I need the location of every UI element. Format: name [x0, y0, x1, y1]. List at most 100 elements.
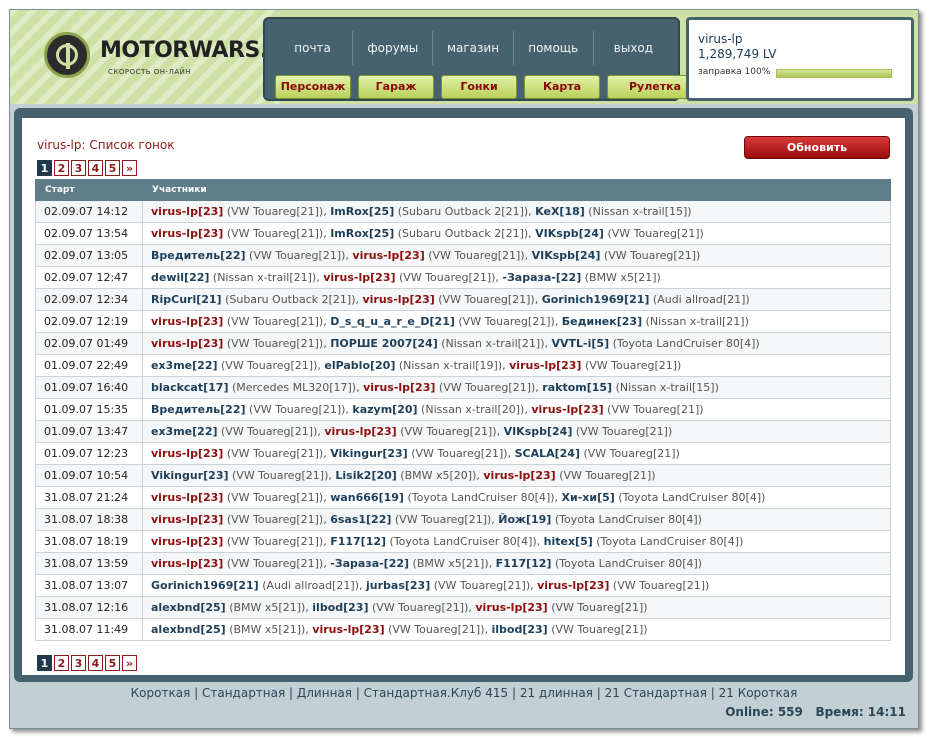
player-link[interactable]: F117[12] [330, 535, 386, 548]
player-link[interactable]: virus-lp[23] [151, 205, 223, 218]
player-link[interactable]: virus-lp[23] [362, 293, 434, 306]
page-link[interactable]: 3 [71, 160, 86, 176]
player-car: (VW Touareg[21]), [223, 513, 331, 526]
player-car: (VW Touareg[21]) [579, 447, 680, 460]
nav-link[interactable]: почта [273, 31, 354, 65]
player-link[interactable]: Йож[19] [498, 513, 551, 526]
player-link[interactable]: D_s_q_u_a_r_e_D[21] [330, 315, 455, 328]
page-link[interactable]: 4 [88, 160, 103, 176]
page-link[interactable]: 5 [105, 655, 120, 671]
player-link[interactable]: dewil[22] [151, 271, 209, 284]
player-link[interactable]: Бединек[23] [562, 315, 642, 328]
player-link[interactable]: kazym[20] [352, 403, 417, 416]
nav-link[interactable]: помощь [514, 31, 594, 65]
player-link[interactable]: Хи-хи[5] [562, 491, 615, 504]
player-link[interactable]: -Зараза-[22] [330, 557, 409, 570]
page-link[interactable]: 1 [37, 160, 52, 176]
player-link[interactable]: virus-lp[23] [483, 469, 555, 482]
player-link[interactable]: virus-lp[23] [151, 337, 223, 350]
player-car: (Mercedes ML320[17]), [228, 381, 364, 394]
player-link[interactable]: Gorinich1969[21] [542, 293, 650, 306]
player-link[interactable]: virus-lp[23] [509, 359, 581, 372]
page-link[interactable]: 2 [54, 160, 69, 176]
player-link[interactable]: ПОРШЕ 2007[24] [330, 337, 438, 350]
nav-link[interactable]: выход [594, 31, 673, 65]
player-link[interactable]: blackcat[17] [151, 381, 228, 394]
player-link[interactable]: ilbod[23] [312, 601, 368, 614]
player-link[interactable]: -Зараза-[22] [502, 271, 581, 284]
page-link[interactable]: 1 [37, 655, 52, 671]
player-link[interactable]: hitex[5] [544, 535, 593, 548]
race-type-link[interactable]: 21 Стандартная [605, 686, 707, 700]
player-link[interactable]: virus-lp[23] [151, 491, 223, 504]
player-link[interactable]: ex3me[22] [151, 359, 218, 372]
player-link[interactable]: ex3me[22] [151, 425, 218, 438]
nav-button[interactable]: Гонки [441, 75, 517, 99]
player-link[interactable]: Lisik2[20] [335, 469, 396, 482]
race-type-link[interactable]: Стандартная.Клуб 415 [364, 686, 508, 700]
player-link[interactable]: VIKspb[24] [535, 227, 604, 240]
nav-button[interactable]: Персонаж [275, 75, 351, 99]
player-link[interactable]: virus-lp[23] [151, 535, 223, 548]
player-car: (Audi allroad[21]), [258, 579, 366, 592]
page-link[interactable]: » [122, 160, 137, 176]
player-link[interactable]: virus-lp[23] [531, 403, 603, 416]
race-type-link[interactable]: Длинная [297, 686, 352, 700]
player-link[interactable]: 6sas1[22] [330, 513, 391, 526]
race-type-link[interactable]: Короткая [131, 686, 191, 700]
nav-button[interactable]: Гараж [358, 75, 434, 99]
page-link[interactable]: 3 [71, 655, 86, 671]
page-link[interactable]: 4 [88, 655, 103, 671]
table-row: 01.09.07 12:23 virus-lp[23] (VW Touareg[2… [35, 442, 891, 465]
player-link[interactable]: virus-lp[23] [323, 271, 395, 284]
player-link[interactable]: virus-lp[23] [363, 381, 435, 394]
player-link[interactable]: Вредитель[22] [151, 249, 246, 262]
fuel-bar [776, 69, 892, 78]
player-link[interactable]: SCALA[24] [515, 447, 580, 460]
player-link[interactable]: jurbas[23] [366, 579, 430, 592]
player-link[interactable]: virus-lp[23] [312, 623, 384, 636]
player-link[interactable]: RipCurl[21] [151, 293, 222, 306]
player-link[interactable]: Вредитель[22] [151, 403, 246, 416]
player-link[interactable]: virus-lp[23] [151, 315, 223, 328]
player-link[interactable]: alexbnd[25] [151, 601, 226, 614]
refresh-button[interactable]: Обновить [744, 136, 890, 159]
table-row: 31.08.07 18:38 virus-lp[23] (VW Touareg[2… [35, 508, 891, 531]
race-type-link[interactable]: 21 Короткая [719, 686, 798, 700]
player-link[interactable]: virus-lp[23] [324, 425, 396, 438]
player-link[interactable]: wan666[19] [330, 491, 404, 504]
player-link[interactable]: VVTL-i[5] [552, 337, 610, 350]
site-logo[interactable]: MOTORWARS.RU СКОРОСТЬ ОН-ЛАЙН [44, 32, 302, 82]
player-car: (Subaru Outback 2[21]), [394, 205, 536, 218]
player-link[interactable]: ilbod[23] [491, 623, 547, 636]
player-link[interactable]: virus-lp[23] [151, 513, 223, 526]
nav-button[interactable]: Карта [524, 75, 600, 99]
player-link[interactable]: virus-lp[23] [151, 447, 223, 460]
player-link[interactable]: virus-lp[23] [151, 557, 223, 570]
player-link[interactable]: ImRox[25] [330, 227, 394, 240]
nav-link[interactable]: форумы [353, 31, 434, 65]
race-type-link[interactable]: Стандартная [202, 686, 285, 700]
player-link[interactable]: VIKspb[24] [532, 249, 601, 262]
player-link[interactable]: F117[12] [496, 557, 552, 570]
player-link[interactable]: alexbnd[25] [151, 623, 226, 636]
page-link[interactable]: » [122, 655, 137, 671]
nav-link[interactable]: магазин [433, 31, 514, 65]
player-link[interactable]: virus-lp[23] [151, 227, 223, 240]
player-link[interactable]: elPablo[20] [324, 359, 395, 372]
player-link[interactable]: VIKspb[24] [504, 425, 573, 438]
player-car: (VW Touareg[21]), [245, 403, 353, 416]
race-type-link[interactable]: 21 длинная [520, 686, 593, 700]
player-link[interactable]: virus-lp[23] [475, 601, 547, 614]
race-start-time: 02.09.07 12:47 [35, 266, 143, 289]
player-link[interactable]: Gorinich1969[21] [151, 579, 259, 592]
player-link[interactable]: virus-lp[23] [352, 249, 424, 262]
player-link[interactable]: ImRox[25] [330, 205, 394, 218]
page-link[interactable]: 5 [105, 160, 120, 176]
page-link[interactable]: 2 [54, 655, 69, 671]
player-link[interactable]: virus-lp[23] [537, 579, 609, 592]
player-link[interactable]: Vikingur[23] [151, 469, 229, 482]
player-link[interactable]: KeX[18] [535, 205, 585, 218]
player-link[interactable]: raktom[15] [542, 381, 612, 394]
player-link[interactable]: Vikingur[23] [330, 447, 408, 460]
